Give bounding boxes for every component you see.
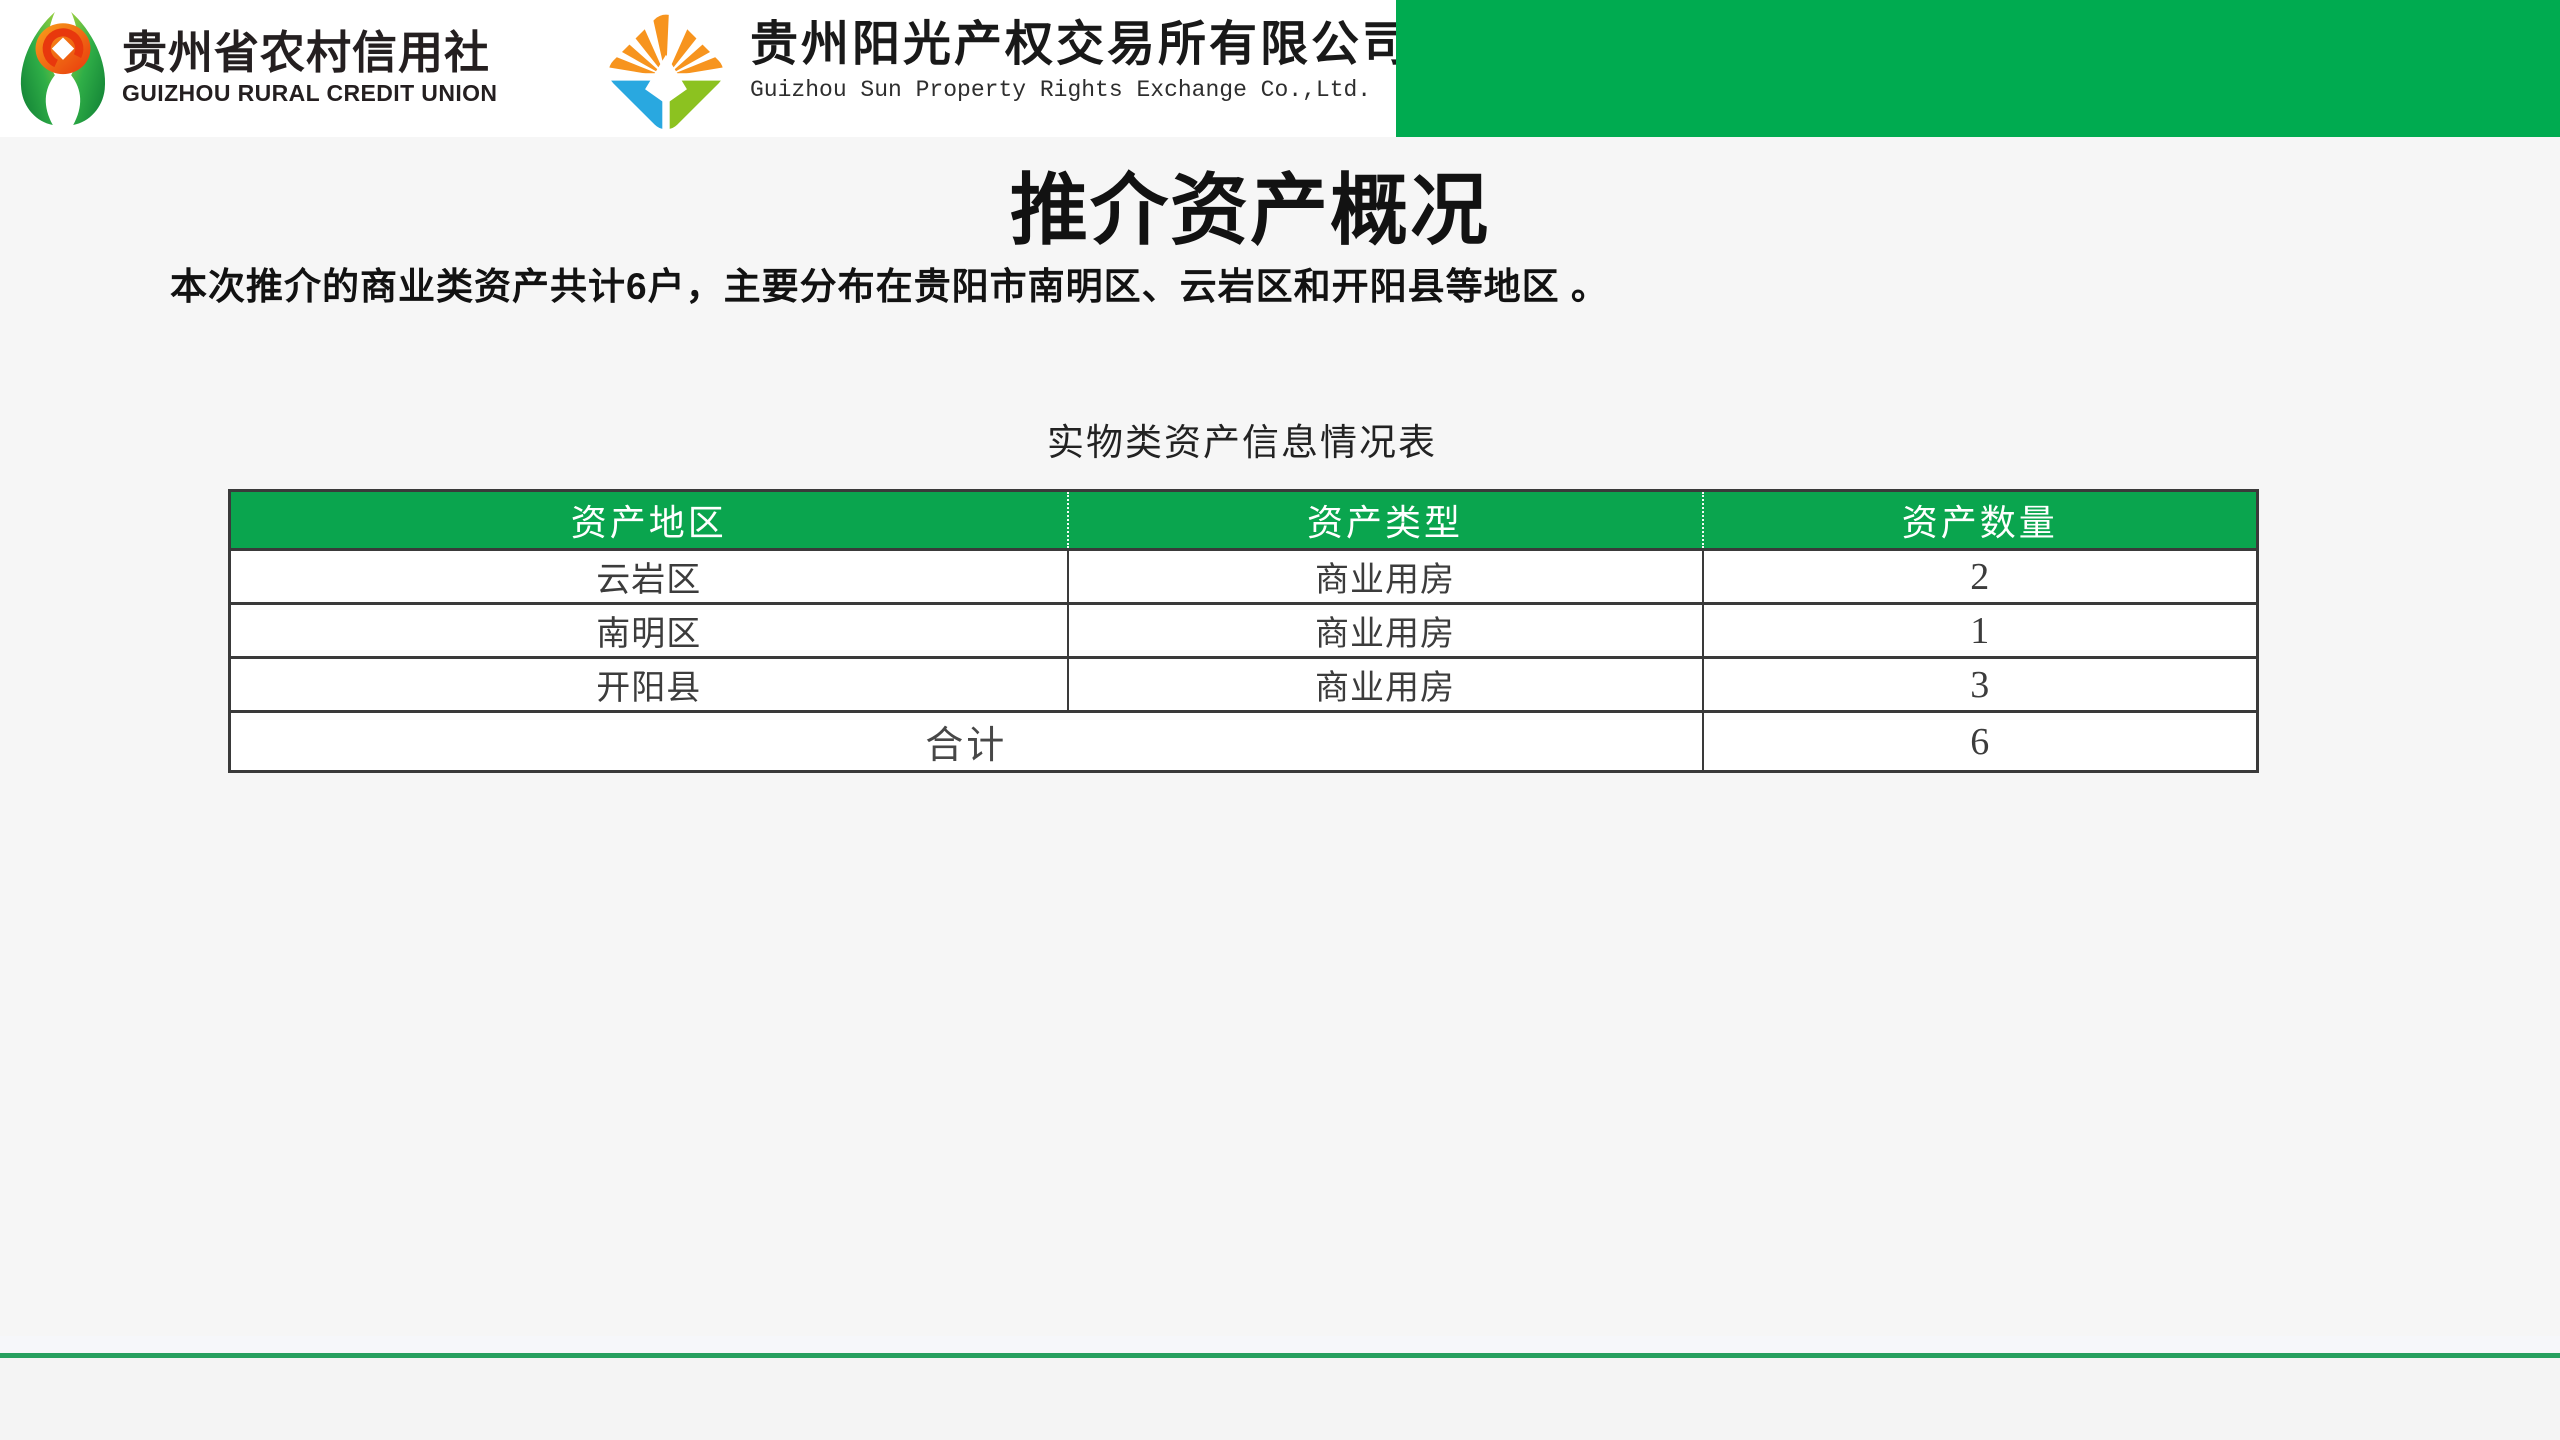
type-cell: 商业用房	[1068, 658, 1703, 712]
total-label-cell: 合计	[230, 712, 1703, 772]
asset-table: 资产地区 资产类型 资产数量 云岩区 商业用房 2 南明区 商业用房 1 开阳县…	[228, 489, 2259, 773]
credit-union-name: 贵州省农村信用社	[122, 30, 497, 76]
sun-exchange-name: 贵州阳光产权交易所有限公司	[750, 20, 1413, 70]
table-row: 南明区 商业用房 1	[230, 604, 2258, 658]
table-row: 云岩区 商业用房 2	[230, 550, 2258, 604]
sun-exchange-logo-text: 贵州阳光产权交易所有限公司 Guizhou Sun Property Right…	[750, 20, 1413, 103]
sun-exchange-logo-icon	[592, 8, 740, 136]
green-accent-bar	[1396, 0, 2560, 137]
column-header-type: 资产类型	[1068, 491, 1703, 550]
header-bar: 贵州省农村信用社 GUIZHOU RURAL CREDIT UNION	[0, 0, 1396, 137]
region-cell: 开阳县	[230, 658, 1068, 712]
total-count-cell: 6	[1703, 712, 2258, 772]
region-cell: 云岩区	[230, 550, 1068, 604]
footer-strip	[0, 1358, 2560, 1440]
credit-union-logo-text: 贵州省农村信用社 GUIZHOU RURAL CREDIT UNION	[122, 30, 497, 107]
table-caption: 实物类资产信息情况表	[228, 412, 2256, 466]
total-row: 合计 6	[230, 712, 2258, 772]
table-header-row: 资产地区 资产类型 资产数量	[230, 491, 2258, 550]
credit-union-logo-icon	[12, 12, 114, 126]
count-cell: 3	[1703, 658, 2258, 712]
column-header-count: 资产数量	[1703, 491, 2258, 550]
type-cell: 商业用房	[1068, 550, 1703, 604]
type-cell: 商业用房	[1068, 604, 1703, 658]
sun-exchange-name-en: Guizhou Sun Property Rights Exchange Co.…	[750, 77, 1413, 103]
credit-union-name-en: GUIZHOU RURAL CREDIT UNION	[122, 80, 497, 107]
table-row: 开阳县 商业用房 3	[230, 658, 2258, 712]
column-header-region: 资产地区	[230, 491, 1068, 550]
count-cell: 1	[1703, 604, 2258, 658]
pre-divider-strip	[0, 1336, 2560, 1353]
intro-text: 本次推介的商业类资产共计6户，主要分布在贵阳市南明区、云岩区和开阳县等地区 。	[170, 256, 1609, 310]
region-cell: 南明区	[230, 604, 1068, 658]
page-title: 推介资产概况	[0, 148, 2500, 260]
count-cell: 2	[1703, 550, 2258, 604]
